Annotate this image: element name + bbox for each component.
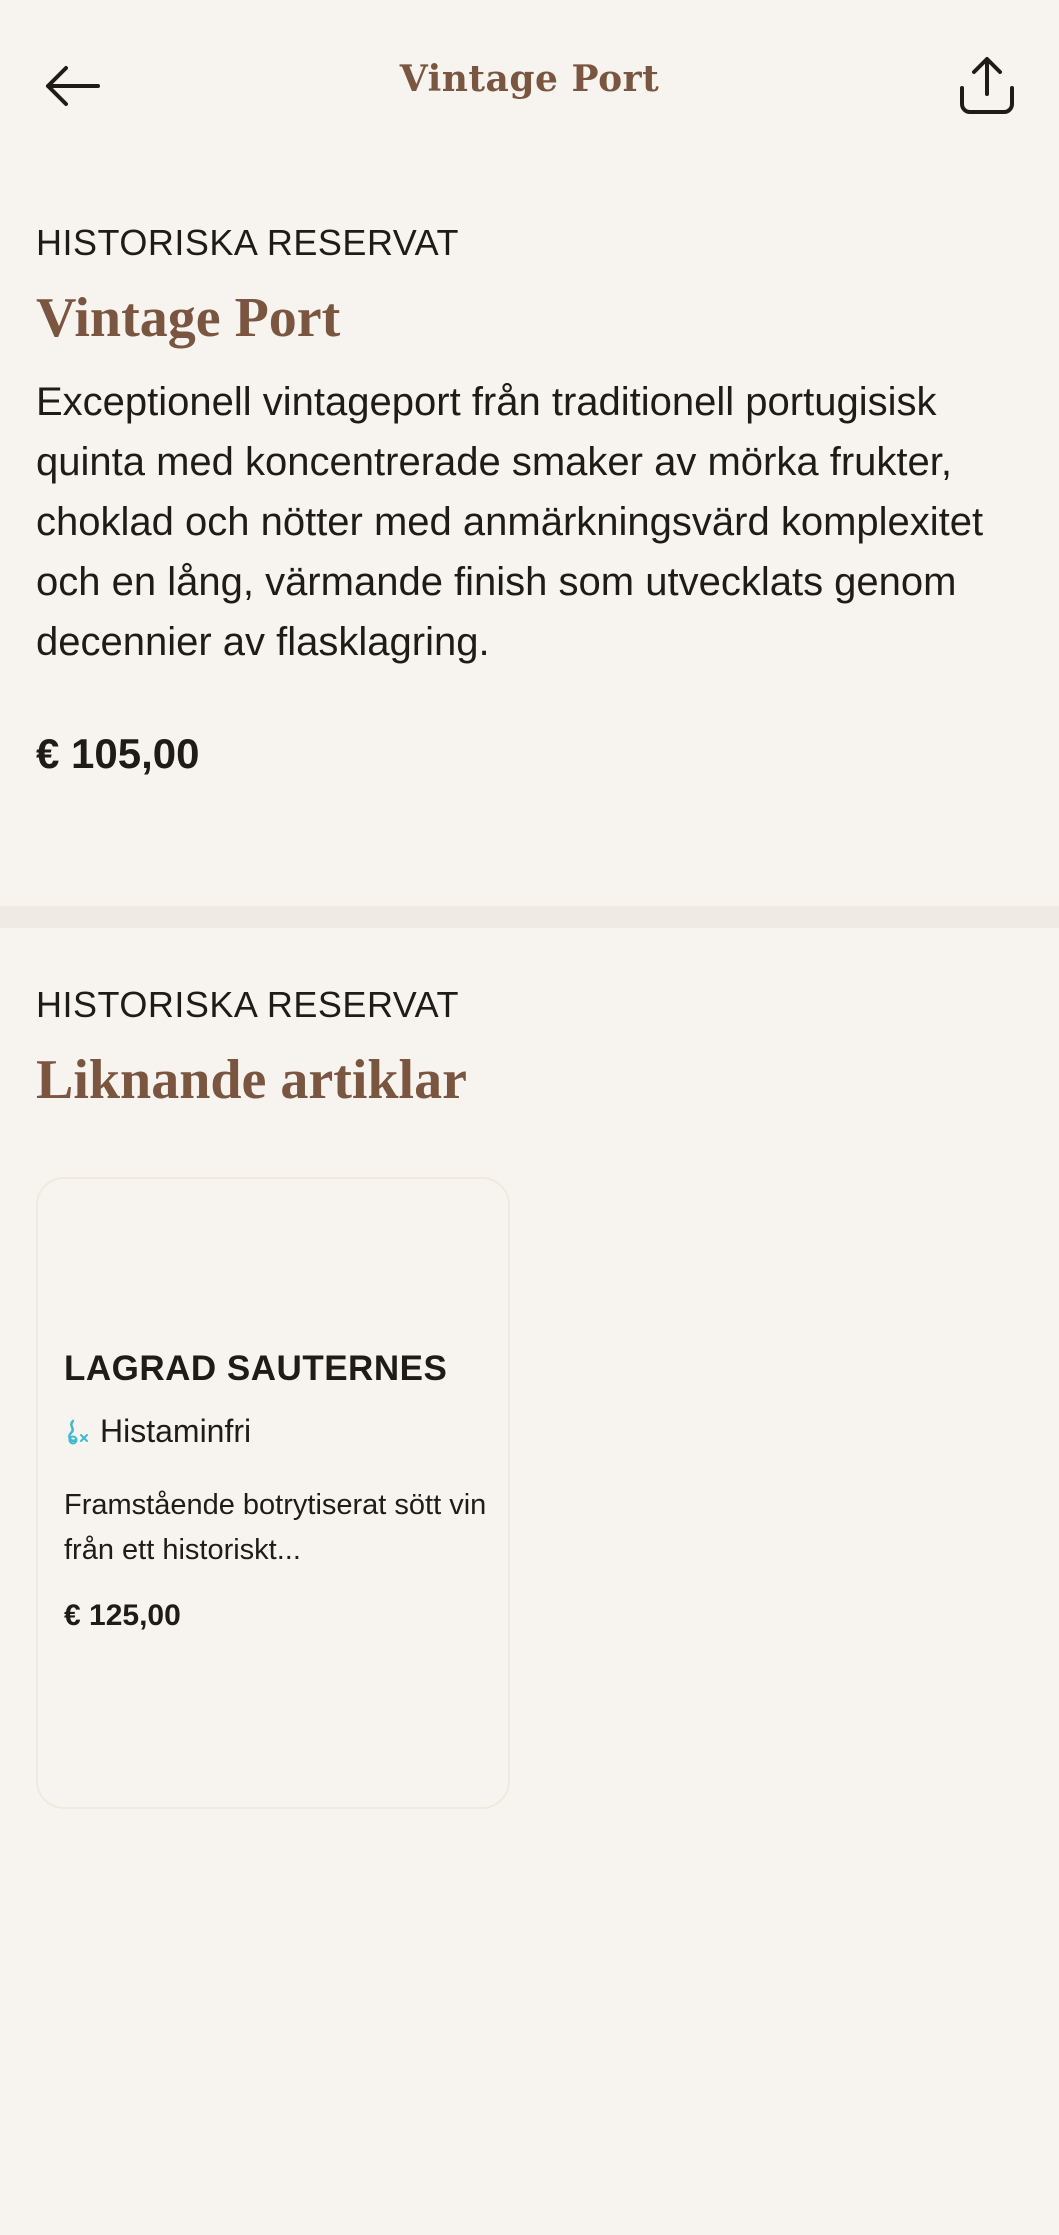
product-details: HISTORISKA RESERVAT Vintage Port Excepti… bbox=[36, 222, 1023, 778]
header-title: Vintage Port bbox=[399, 58, 660, 100]
product-category: HISTORISKA RESERVAT bbox=[36, 222, 459, 263]
product-price: € 105,00 bbox=[36, 730, 200, 777]
similar-item-card[interactable]: LAGRAD SAUTERNES Histaminfri Framstående… bbox=[36, 1177, 510, 1809]
product-name: Vintage Port bbox=[36, 287, 341, 349]
section-divider bbox=[0, 906, 1059, 928]
histamine-free-badge: Histaminfri bbox=[64, 1413, 251, 1450]
product-description: Exceptionell vintageport från traditione… bbox=[36, 380, 984, 664]
top-bar: Vintage Port bbox=[0, 0, 1059, 170]
similar-item-description: Framstående botrytiserat sött vin från e… bbox=[64, 1489, 487, 1566]
similar-item-name: LAGRAD SAUTERNES bbox=[64, 1349, 448, 1388]
share-icon bbox=[960, 57, 1014, 114]
share-button[interactable] bbox=[951, 46, 1023, 124]
similar-item-price: € 125,00 bbox=[64, 1599, 181, 1632]
badge-label: Histaminfri bbox=[100, 1413, 252, 1449]
similar-items-section: HISTORISKA RESERVAT Liknande artiklar bbox=[36, 984, 1023, 1112]
similar-category: HISTORISKA RESERVAT bbox=[36, 984, 459, 1025]
similar-title: Liknande artiklar bbox=[36, 1049, 467, 1111]
histamine-free-icon bbox=[68, 1419, 88, 1444]
